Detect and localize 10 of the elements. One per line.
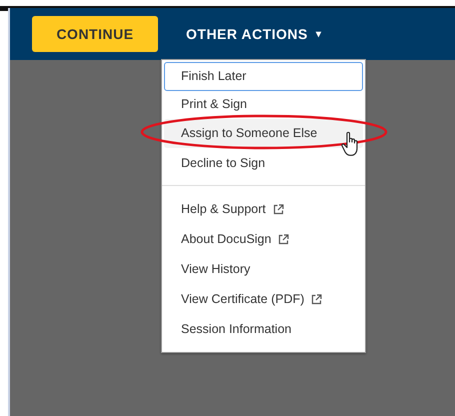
- menu-item[interactable]: Finish Later: [164, 62, 363, 90]
- menu-item[interactable]: View Certificate (PDF): [164, 284, 363, 314]
- continue-button[interactable]: CONTINUE: [32, 16, 158, 52]
- menu-item[interactable]: About DocuSign: [164, 224, 363, 254]
- menu-item[interactable]: Help & Support: [164, 194, 363, 224]
- other-actions-button[interactable]: OTHER ACTIONS ▾: [186, 24, 322, 44]
- menu-item[interactable]: Session Information: [164, 314, 363, 344]
- menu-item[interactable]: Print & Sign: [164, 90, 363, 119]
- menu-item[interactable]: Decline to Sign: [164, 148, 363, 176]
- menu-item[interactable]: View History: [164, 254, 363, 284]
